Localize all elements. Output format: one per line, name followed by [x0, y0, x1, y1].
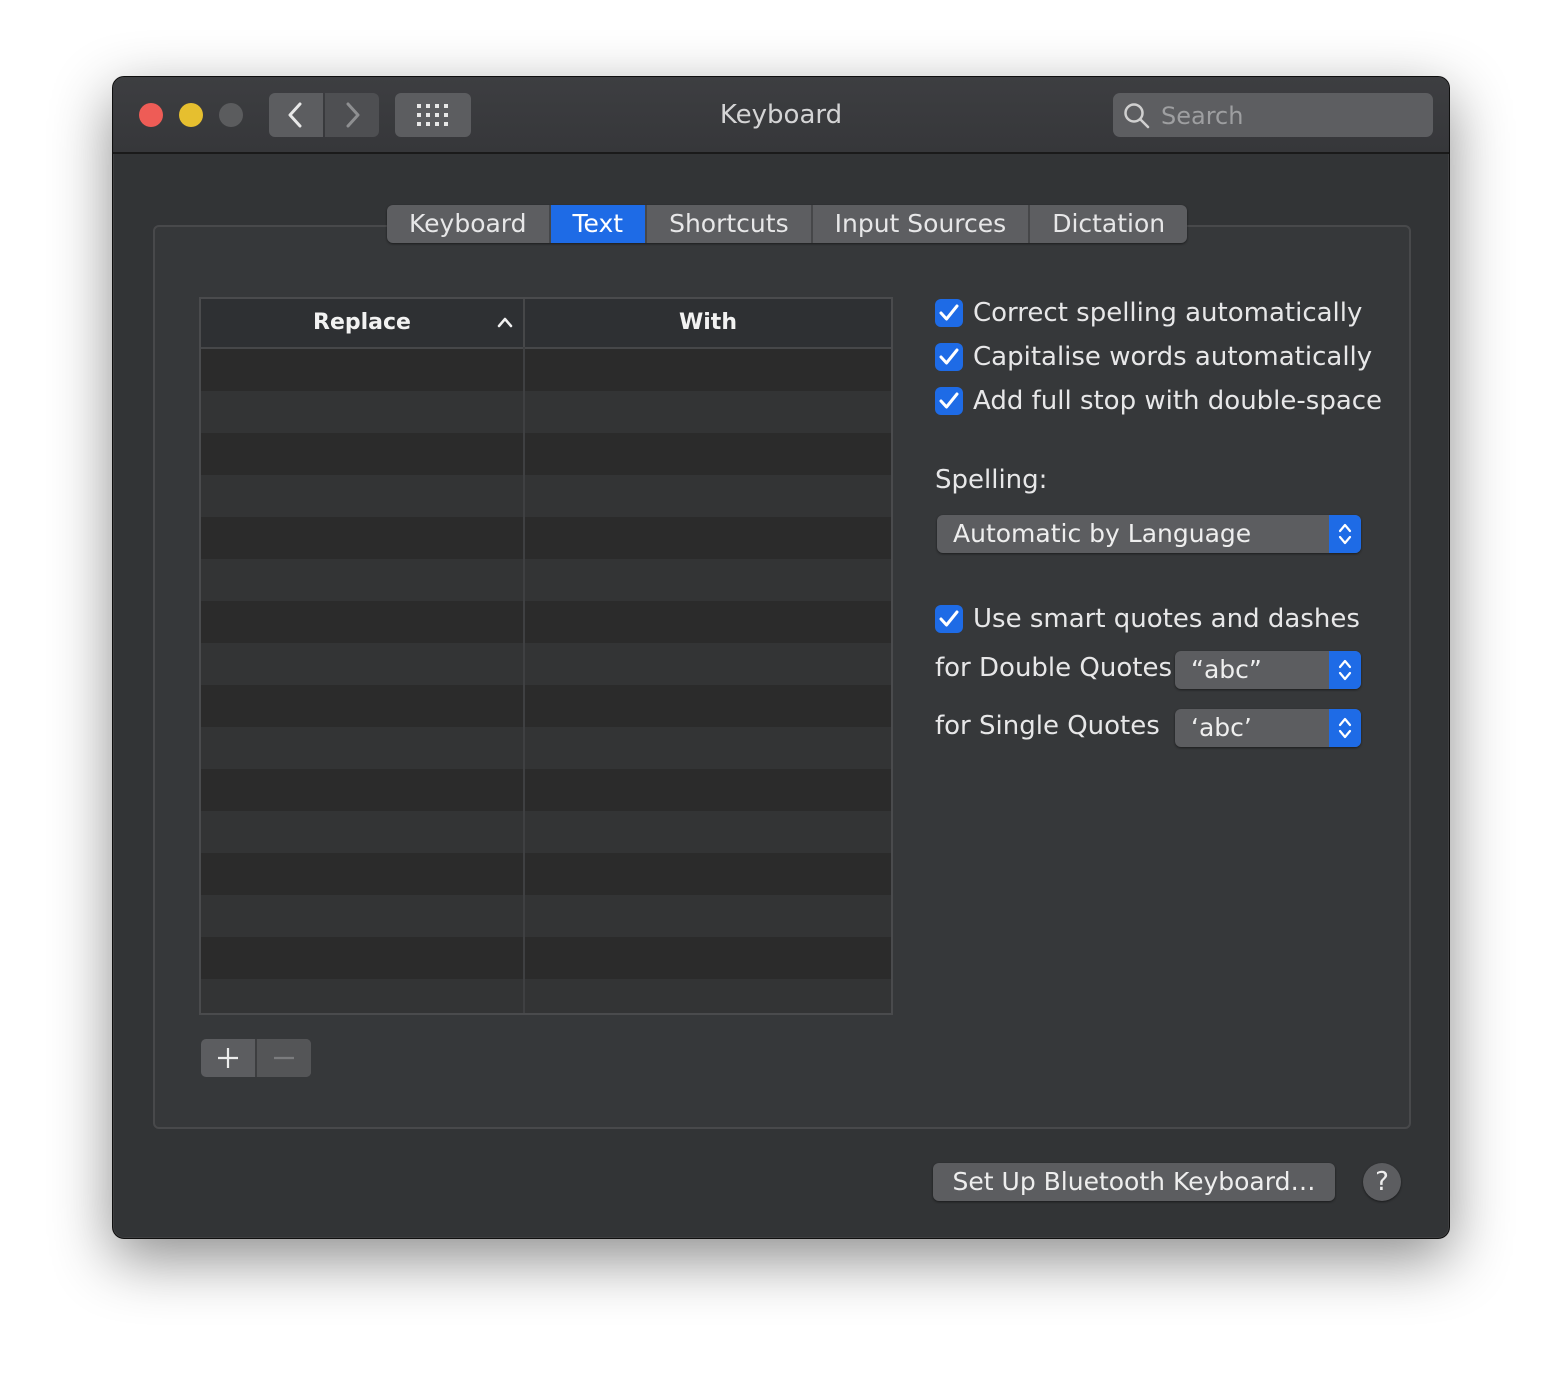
spelling-language-popup[interactable]: Automatic by Language — [937, 515, 1361, 553]
table-row[interactable] — [201, 475, 891, 517]
popup-stepper — [1329, 515, 1361, 553]
double-quotes-popup[interactable]: “abc” — [1175, 651, 1361, 689]
text-replacement-table[interactable]: Replace With — [199, 297, 893, 1015]
setup-bluetooth-keyboard-button[interactable]: Set Up Bluetooth Keyboard… — [933, 1163, 1335, 1201]
zoom-window-button[interactable] — [219, 103, 243, 127]
table-row[interactable] — [201, 433, 891, 475]
checkmark-icon — [939, 348, 959, 365]
minus-icon — [274, 1056, 294, 1060]
table-row[interactable] — [201, 937, 891, 979]
table-row[interactable] — [201, 727, 891, 769]
search-input[interactable] — [1159, 97, 1423, 135]
help-button[interactable]: ? — [1363, 1163, 1401, 1201]
grid-icon — [417, 104, 448, 126]
spelling-language-value: Automatic by Language — [953, 519, 1252, 548]
table-row[interactable] — [201, 391, 891, 433]
up-down-chevron-icon — [1338, 659, 1352, 681]
smart-quotes-option[interactable]: Use smart quotes and dashes — [935, 603, 1360, 635]
sort-ascending-icon — [497, 317, 513, 328]
capitalise-words-option[interactable]: Capitalise words automatically — [935, 341, 1372, 373]
tab-shortcuts[interactable]: Shortcuts — [647, 205, 813, 243]
show-all-button[interactable] — [395, 93, 471, 137]
column-header-with[interactable]: With — [525, 299, 891, 347]
table-row[interactable] — [201, 811, 891, 853]
up-down-chevron-icon — [1338, 523, 1352, 545]
plus-icon — [218, 1048, 238, 1068]
add-remove-control — [201, 1039, 311, 1077]
spelling-label: Spelling: — [935, 465, 1048, 495]
popup-stepper — [1329, 709, 1361, 747]
table-row[interactable] — [201, 769, 891, 811]
correct-spelling-label: Correct spelling automatically — [973, 298, 1363, 328]
table-body — [201, 349, 891, 1013]
tab-dictation[interactable]: Dictation — [1030, 205, 1187, 243]
double-quotes-value: “abc” — [1191, 655, 1262, 684]
checkmark-icon — [939, 304, 959, 321]
column-header-replace-label: Replace — [313, 310, 411, 335]
chevron-right-icon — [346, 102, 360, 128]
popup-stepper — [1329, 651, 1361, 689]
checkmark-icon — [939, 610, 959, 627]
capitalise-words-checkbox[interactable] — [935, 343, 963, 371]
column-header-replace[interactable]: Replace — [201, 299, 525, 347]
correct-spelling-checkbox[interactable] — [935, 299, 963, 327]
capitalise-words-label: Capitalise words automatically — [973, 342, 1373, 372]
tab-text[interactable]: Text — [550, 205, 648, 243]
single-quotes-popup[interactable]: ‘abc’ — [1175, 709, 1361, 747]
double-quotes-label: for Double Quotes — [935, 653, 1172, 683]
single-quotes-value: ‘abc’ — [1191, 713, 1252, 742]
tab-input-sources[interactable]: Input Sources — [813, 205, 1031, 243]
close-window-button[interactable] — [139, 103, 163, 127]
back-button[interactable] — [269, 93, 323, 137]
chevron-left-icon — [288, 102, 302, 128]
table-row[interactable] — [201, 979, 891, 1013]
tab-bar: Keyboard Text Shortcuts Input Sources Di… — [387, 205, 1188, 243]
forward-button[interactable] — [325, 93, 379, 137]
table-row[interactable] — [201, 685, 891, 727]
preferences-window: Keyboard Keyboard Text Shortcuts Input S… — [112, 76, 1450, 1239]
smart-quotes-checkbox[interactable] — [935, 605, 963, 633]
table-row[interactable] — [201, 559, 891, 601]
up-down-chevron-icon — [1338, 717, 1352, 739]
full-stop-label: Add full stop with double-space — [973, 386, 1383, 416]
table-row[interactable] — [201, 517, 891, 559]
single-quotes-label: for Single Quotes — [935, 711, 1160, 741]
checkmark-icon — [939, 392, 959, 409]
table-row[interactable] — [201, 643, 891, 685]
table-header: Replace With — [201, 299, 891, 349]
remove-replacement-button[interactable] — [257, 1039, 311, 1077]
search-icon — [1124, 103, 1150, 129]
column-divider — [523, 347, 525, 1013]
add-replacement-button[interactable] — [201, 1039, 257, 1077]
table-row[interactable] — [201, 853, 891, 895]
search-field[interactable] — [1113, 93, 1433, 137]
minimize-window-button[interactable] — [179, 103, 203, 127]
correct-spelling-option[interactable]: Correct spelling automatically — [935, 297, 1362, 329]
tab-keyboard[interactable]: Keyboard — [387, 205, 551, 243]
table-row[interactable] — [201, 349, 891, 391]
full-stop-option[interactable]: Add full stop with double-space — [935, 385, 1382, 417]
smart-quotes-label: Use smart quotes and dashes — [973, 604, 1360, 634]
table-row[interactable] — [201, 895, 891, 937]
full-stop-checkbox[interactable] — [935, 387, 963, 415]
table-row[interactable] — [201, 601, 891, 643]
title-bar: Keyboard — [113, 77, 1449, 154]
